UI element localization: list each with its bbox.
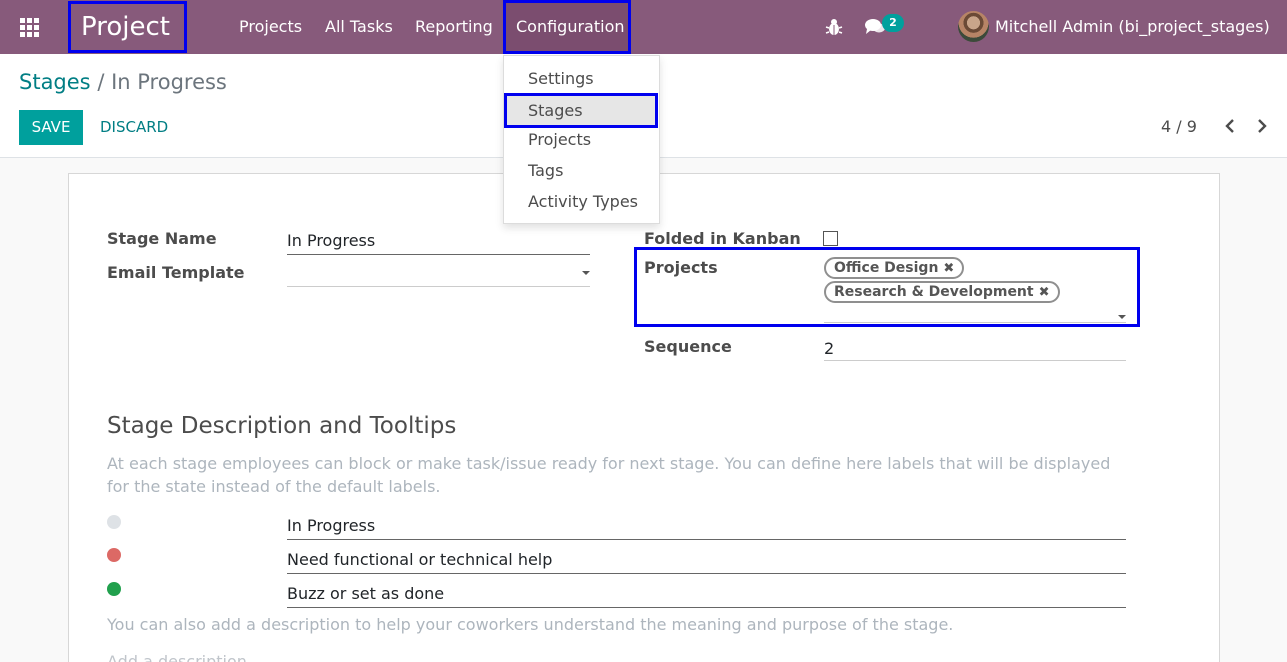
configuration-dropdown: Settings Stages Projects Tags Activity T… — [503, 55, 660, 224]
project-tag: Research & Development ✖ — [824, 281, 1060, 303]
pager-value[interactable]: 4 / 9 — [1161, 117, 1197, 136]
project-tag: Office Design ✖ — [824, 257, 965, 279]
help-text: At each stage employees can block or mak… — [107, 454, 1111, 496]
chevron-left-icon[interactable] — [1220, 116, 1240, 136]
menu-reporting[interactable]: Reporting — [415, 0, 493, 54]
remove-x-icon[interactable]: ✖ — [943, 261, 954, 276]
legend-normal-input[interactable]: In Progress — [287, 516, 1126, 540]
menu-all-tasks[interactable]: All Tasks — [325, 0, 393, 54]
avatar[interactable] — [958, 11, 989, 42]
email-template-select[interactable] — [287, 265, 590, 287]
menu-projects[interactable]: Projects — [239, 0, 302, 54]
legend-done-input[interactable]: Buzz or set as done — [287, 584, 1126, 608]
state-dot-blocked — [107, 548, 121, 562]
discard-button[interactable]: DISCARD — [100, 110, 168, 145]
sequence-label: Sequence — [644, 337, 732, 356]
dropdown-item-stages[interactable]: Stages — [504, 93, 658, 128]
dropdown-item-projects[interactable]: Projects — [504, 125, 659, 155]
breadcrumb: Stages / In Progress — [19, 70, 227, 94]
project-tag-label: Office Design — [834, 260, 939, 276]
apps-grid-icon[interactable] — [20, 18, 40, 37]
description-help-text: You can also add a description to help y… — [107, 615, 954, 634]
projects-label: Projects — [644, 258, 718, 277]
stage-name-input[interactable]: In Progress — [287, 231, 590, 255]
state-dot-done — [107, 582, 121, 596]
remove-x-icon[interactable]: ✖ — [1039, 285, 1050, 300]
app-brand[interactable]: Project — [68, 1, 187, 53]
folded-in-kanban-label: Folded in Kanban — [644, 229, 801, 248]
save-button[interactable]: SAVE — [19, 110, 83, 145]
dropdown-item-activity-types[interactable]: Activity Types — [504, 187, 659, 217]
description-input[interactable]: Add a description... — [107, 652, 262, 662]
breadcrumb-stages-link[interactable]: Stages — [19, 70, 91, 94]
legend-blocked-input[interactable]: Need functional or technical help — [287, 550, 1126, 574]
chevron-down-icon[interactable] — [1118, 315, 1126, 319]
dropdown-item-settings[interactable]: Settings — [504, 64, 659, 94]
breadcrumb-current: In Progress — [111, 70, 227, 94]
message-count-badge: 2 — [882, 14, 904, 32]
folded-in-kanban-checkbox[interactable] — [823, 231, 838, 246]
stage-name-label: Stage Name — [107, 229, 217, 248]
sequence-input[interactable]: 2 — [824, 339, 1126, 361]
menu-configuration[interactable]: Configuration — [503, 0, 631, 54]
project-tag-label: Research & Development — [834, 284, 1034, 300]
projects-input[interactable] — [824, 305, 1126, 323]
chevron-down-icon[interactable] — [582, 271, 590, 275]
state-dot-normal — [107, 515, 121, 529]
chevron-right-icon[interactable] — [1252, 116, 1272, 136]
user-menu[interactable]: Mitchell Admin (bi_project_stages) — [995, 0, 1270, 54]
bug-icon[interactable] — [825, 17, 843, 37]
top-navbar: Project Projects All Tasks Reporting Con… — [0, 0, 1287, 54]
breadcrumb-separator: / — [97, 70, 105, 94]
section-title: Stage Description and Tooltips — [107, 413, 457, 439]
email-template-label: Email Template — [107, 263, 245, 282]
dropdown-item-tags[interactable]: Tags — [504, 156, 659, 186]
